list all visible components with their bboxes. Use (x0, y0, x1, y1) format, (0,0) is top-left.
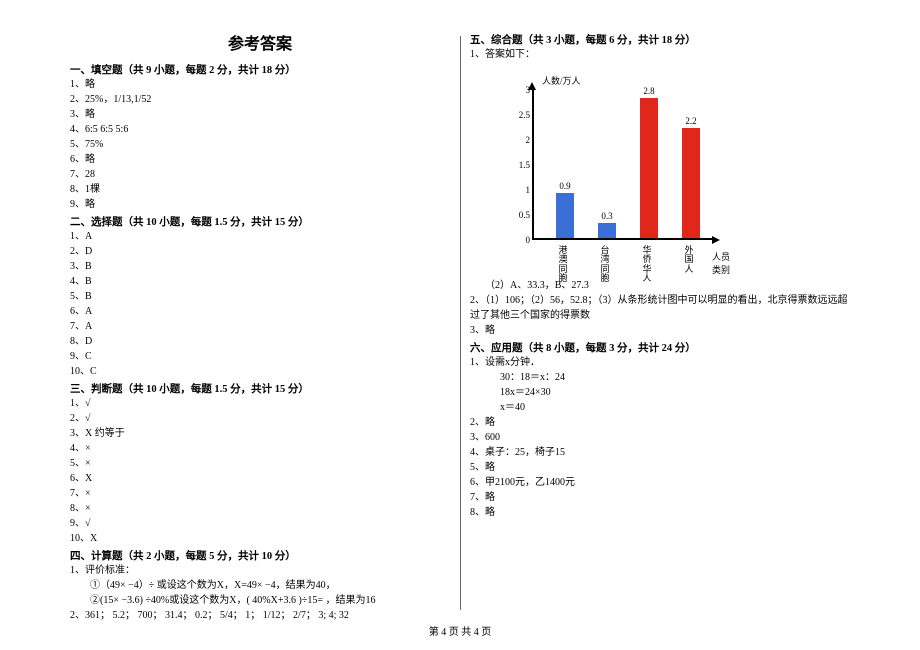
answer-item: 1、评价标准： (70, 563, 450, 578)
answer-item: 6、甲2100元，乙1400元 (470, 475, 850, 490)
chart-ytick: 1.5 (510, 160, 530, 170)
answer-item: 2、√ (70, 411, 450, 426)
answer-item: 4、B (70, 274, 450, 289)
chart-category-label: 港澳同胞 (558, 246, 568, 284)
answer-item: 10、X (70, 531, 450, 546)
chart-value-label: 2.2 (681, 116, 701, 126)
chart-ytick: 2.5 (510, 110, 530, 120)
answer-item: 7、略 (470, 490, 850, 505)
x-axis-arrow-icon (712, 236, 720, 244)
chart-category-label: 华侨华人 (642, 246, 652, 284)
section-3-items: 1、√2、√3、X 约等于4、×5、×6、X7、×8、×9、√10、X (70, 396, 450, 546)
answer-item: ②(15× −3.6) ÷40%或设这个数为X，( 40%X+3.6 )÷15=… (70, 593, 450, 608)
answer-item: 9、C (70, 349, 450, 364)
answer-item: 8、D (70, 334, 450, 349)
answer-item: 1、√ (70, 396, 450, 411)
answer-item: 1、设需x分钟． (470, 355, 850, 370)
answer-item: 3、600 (470, 430, 850, 445)
section-3-head: 三、判断题（共 10 小题，每题 1.5 分，共计 15 分） (70, 381, 450, 396)
answer-item: 3、略 (470, 323, 850, 338)
answer-item: 6、X (70, 471, 450, 486)
left-column: 参考答案 一、填空题（共 9 小题，每题 2 分，共计 18 分） 1、略2、2… (60, 30, 460, 623)
section-1-items: 1、略2、25%，1/13,1/523、略4、6:5 6:5 5:65、75%6… (70, 77, 450, 212)
answer-item: 30：18＝x：24 (470, 370, 850, 385)
section-4-items: 1、评价标准： ①（49× −4）÷ 或设这个数为X，X=49× −4，结果为4… (70, 563, 450, 623)
page-footer: 第 4 页 共 4 页 (0, 623, 920, 638)
answer-item: 2、略 (470, 415, 850, 430)
column-divider (460, 36, 461, 610)
section-2-head: 二、选择题（共 10 小题，每题 1.5 分，共计 15 分） (70, 214, 450, 229)
answer-item: 8、× (70, 501, 450, 516)
answer-item: 6、略 (70, 152, 450, 167)
chart-ytick: 2 (510, 135, 530, 145)
chart-bar (556, 193, 574, 238)
section-6-items: 1、设需x分钟．30：18＝x：2418x＝24×30x＝402、略3、6004… (470, 355, 850, 520)
chart-value-label: 0.9 (555, 181, 575, 191)
chart-ytick: 3 (510, 85, 530, 95)
section-5-items: 2、（1）106；（2）56，52.8；（3）从条形统计图中可以明显的看出，北京… (470, 293, 850, 338)
section-2-items: 1、A2、D3、B4、B5、B6、A7、A8、D9、C10、C (70, 229, 450, 379)
answer-item: 7、28 (70, 167, 450, 182)
answer-item: 8、略 (470, 505, 850, 520)
chart-value-label: 2.8 (639, 86, 659, 96)
chart-bar (598, 223, 616, 238)
answer-item: 5、× (70, 456, 450, 471)
chart-ytick: 0.5 (510, 210, 530, 220)
section-5-pre: 1、答案如下： (470, 47, 850, 62)
answer-item: 1、略 (70, 77, 450, 92)
answer-item: 3、B (70, 259, 450, 274)
answer-item: 4、× (70, 441, 450, 456)
section-6-head: 六、应用题（共 8 小题，每题 3 分，共计 24 分） (470, 340, 850, 355)
answer-item: 4、6:5 6:5 5:6 (70, 122, 450, 137)
answer-item: 6、A (70, 304, 450, 319)
chart-ylabel: 人数/万人 (542, 74, 581, 87)
answer-item: 2、（1）106；（2）56，52.8；（3）从条形统计图中可以明显的看出，北京… (470, 293, 850, 323)
chart-ytick: 1 (510, 185, 530, 195)
right-column: 五、综合题（共 3 小题，每题 6 分，共计 18 分） 1、答案如下： 人数/… (460, 30, 860, 623)
answer-item: 2、25%，1/13,1/52 (70, 92, 450, 107)
answer-item: 1、A (70, 229, 450, 244)
chart-category-label: 台湾同胞 (600, 246, 610, 284)
section-4-head: 四、计算题（共 2 小题，每题 5 分，共计 10 分） (70, 548, 450, 563)
page-title: 参考答案 (70, 30, 450, 54)
answer-item: 4、桌子：25，椅子15 (470, 445, 850, 460)
answer-item: 5、B (70, 289, 450, 304)
chart-bar (682, 128, 700, 238)
answer-item: 2、361； 5.2； 700； 31.4； 0.2； 5/4； 1； 1/12… (70, 608, 450, 623)
answer-item: ①（49× −4）÷ 或设这个数为X，X=49× −4，结果为40， (70, 578, 450, 593)
answer-item: 9、√ (70, 516, 450, 531)
answer-item: 8、1棵 (70, 182, 450, 197)
section-5-after: （2）A、33.3，B、27.3 (470, 278, 850, 293)
answer-item: x＝40 (470, 400, 850, 415)
chart-xlabel: 人员类别 (712, 250, 736, 276)
chart-value-label: 0.3 (597, 211, 617, 221)
chart-plot-area: 0.90.32.82.2 (532, 90, 712, 240)
chart-category-label: 外国人 (684, 246, 694, 274)
answer-item: 5、75% (70, 137, 450, 152)
answer-item: 2、D (70, 244, 450, 259)
answer-item: 18x＝24×30 (470, 385, 850, 400)
chart-ytick: 0 (510, 235, 530, 245)
answer-item: 7、× (70, 486, 450, 501)
answer-item: 3、略 (70, 107, 450, 122)
section-5-head: 五、综合题（共 3 小题，每题 6 分，共计 18 分） (470, 32, 850, 47)
answer-item: 7、A (70, 319, 450, 334)
chart-bar (640, 98, 658, 238)
bar-chart: 人数/万人 0.90.32.82.2 人员类别 港澳同胞台湾同胞华侨华人外国人 … (506, 72, 736, 272)
answer-item: 5、略 (470, 460, 850, 475)
section-1-head: 一、填空题（共 9 小题，每题 2 分，共计 18 分） (70, 62, 450, 77)
answer-item: 10、C (70, 364, 450, 379)
answer-item: 9、略 (70, 197, 450, 212)
answer-item: 3、X 约等于 (70, 426, 450, 441)
